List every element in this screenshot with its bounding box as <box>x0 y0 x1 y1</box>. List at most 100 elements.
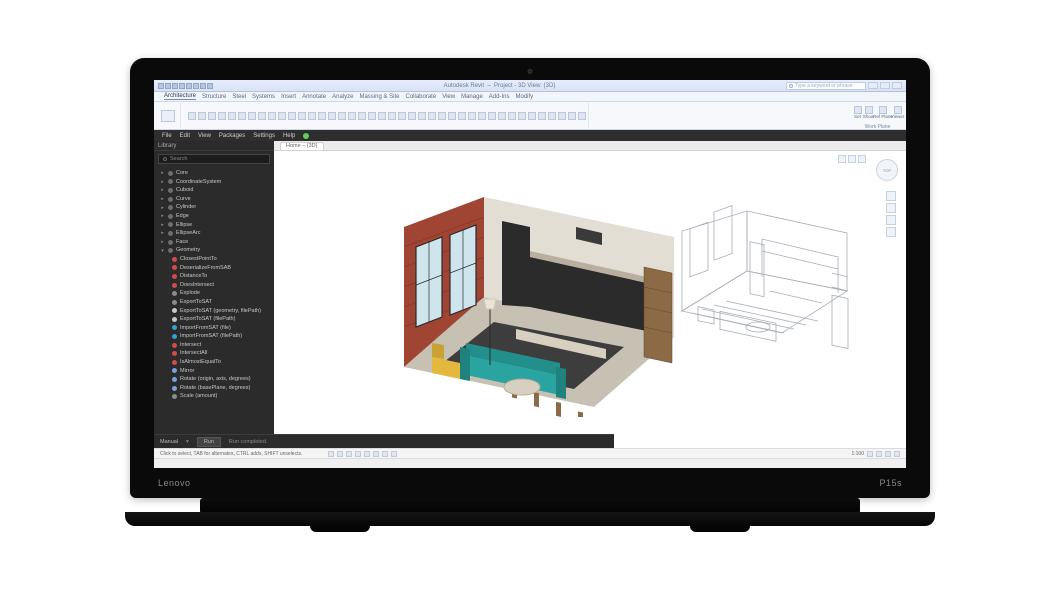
ribbon-button[interactable] <box>417 107 426 125</box>
quick-icon[interactable] <box>858 155 866 163</box>
ribbon-button[interactable] <box>467 107 476 125</box>
tree-item[interactable]: IsAlmostEqualTo <box>154 358 274 367</box>
qat-icon[interactable] <box>207 83 213 89</box>
view-tab[interactable]: Home – {3D} <box>280 142 324 150</box>
tab-steel[interactable]: Steel <box>232 94 246 100</box>
ribbon-button[interactable] <box>447 107 456 125</box>
ribbon-button[interactable] <box>317 107 326 125</box>
tree-item[interactable]: ImportFromSAT (filePath) <box>154 332 274 341</box>
twisty-icon[interactable]: ▸ <box>160 240 165 245</box>
menu-packages[interactable]: Packages <box>219 133 245 139</box>
tab-insert[interactable]: Insert <box>281 94 296 100</box>
ribbon-button[interactable] <box>397 107 406 125</box>
quick-icon[interactable] <box>848 155 856 163</box>
tab-collaborate[interactable]: Collaborate <box>406 94 437 100</box>
tree-item[interactable]: ▸Ellipse <box>154 221 274 230</box>
status-icon[interactable] <box>382 451 388 457</box>
ribbon-button[interactable] <box>187 107 196 125</box>
ribbon-button[interactable] <box>337 107 346 125</box>
nav-icon[interactable] <box>886 227 896 237</box>
ribbon-button[interactable] <box>567 107 576 125</box>
tab-addins[interactable]: Add-Ins <box>489 94 510 100</box>
tree-item[interactable]: ▸Edge <box>154 212 274 221</box>
ribbon-button[interactable] <box>517 107 526 125</box>
ribbon-button[interactable] <box>207 107 216 125</box>
twisty-icon[interactable] <box>164 360 169 365</box>
qat-icon[interactable] <box>200 83 206 89</box>
twisty-icon[interactable] <box>164 265 169 270</box>
menu-help[interactable]: Help <box>283 133 295 139</box>
tree-item[interactable]: IntersectAll <box>154 349 274 358</box>
menu-settings[interactable]: Settings <box>253 133 275 139</box>
ribbon-button[interactable] <box>377 107 386 125</box>
twisty-icon[interactable] <box>164 343 169 348</box>
twisty-icon[interactable] <box>164 308 169 313</box>
ribbon-button[interactable] <box>247 107 256 125</box>
ribbon-button[interactable] <box>427 107 436 125</box>
menu-edit[interactable]: Edit <box>180 133 190 139</box>
status-icon[interactable] <box>364 451 370 457</box>
ribbon-button[interactable] <box>197 107 206 125</box>
viewer-button[interactable]: Viewer <box>893 104 902 122</box>
tree-item[interactable]: ExportToSAT (filePath) <box>154 315 274 324</box>
tree-item[interactable]: Explode <box>154 289 274 298</box>
twisty-icon[interactable] <box>164 300 169 305</box>
twisty-icon[interactable] <box>164 377 169 382</box>
ribbon-button[interactable] <box>267 107 276 125</box>
tree-item[interactable]: ImportFromSAT (file) <box>154 324 274 333</box>
qat-icon[interactable] <box>165 83 171 89</box>
twisty-icon[interactable] <box>164 283 169 288</box>
run-button[interactable]: Run <box>197 437 221 447</box>
menu-file[interactable]: File <box>162 133 172 139</box>
tab-annotate[interactable]: Annotate <box>302 94 326 100</box>
library-search[interactable]: Search <box>158 154 270 164</box>
tree-item[interactable]: ▸CoordinateSystem <box>154 178 274 187</box>
ribbon-button[interactable] <box>387 107 396 125</box>
tab-massing[interactable]: Massing & Site <box>359 94 399 100</box>
qat-icon[interactable] <box>158 83 164 89</box>
twisty-icon[interactable]: ▸ <box>160 179 165 184</box>
ribbon-button[interactable] <box>507 107 516 125</box>
minimize-button[interactable] <box>868 82 878 89</box>
ribbon-button[interactable] <box>527 107 536 125</box>
status-icon[interactable] <box>391 451 397 457</box>
show-button[interactable]: Show <box>864 104 873 122</box>
qat-icon[interactable] <box>186 83 192 89</box>
ribbon-button[interactable] <box>497 107 506 125</box>
status-icon[interactable] <box>328 451 334 457</box>
ribbon-button[interactable] <box>367 107 376 125</box>
twisty-icon[interactable]: ▾ <box>160 248 165 253</box>
ribbon-button[interactable] <box>257 107 266 125</box>
nav-icon[interactable] <box>886 215 896 225</box>
tree-item[interactable]: ▸Cuboid <box>154 186 274 195</box>
ribbon-button[interactable] <box>547 107 556 125</box>
tree-item[interactable]: Rotate (basePlane, degrees) <box>154 384 274 393</box>
twisty-icon[interactable]: ▸ <box>160 222 165 227</box>
ribbon-button[interactable] <box>537 107 546 125</box>
view-cube[interactable]: TOP <box>876 159 898 181</box>
tree-item[interactable]: DistanceTo <box>154 272 274 281</box>
tab-structure[interactable]: Structure <box>202 94 226 100</box>
maximize-button[interactable] <box>880 82 890 89</box>
ribbon-button[interactable] <box>217 107 226 125</box>
quick-access-toolbar[interactable] <box>158 83 213 89</box>
status-icon[interactable] <box>355 451 361 457</box>
tree-item[interactable]: ▾Geometry <box>154 246 274 255</box>
status-icon[interactable] <box>885 451 891 457</box>
twisty-icon[interactable]: ▸ <box>160 197 165 202</box>
tab-view[interactable]: View <box>442 94 455 100</box>
ribbon-button[interactable] <box>407 107 416 125</box>
menu-view[interactable]: View <box>198 133 211 139</box>
twisty-icon[interactable] <box>164 394 169 399</box>
ribbon-button[interactable] <box>347 107 356 125</box>
ribbon-button[interactable] <box>237 107 246 125</box>
tree-item[interactable]: ClosestPointTo <box>154 255 274 264</box>
ribbon-button[interactable] <box>227 107 236 125</box>
viewport-3d[interactable]: TOP <box>274 151 906 448</box>
twisty-icon[interactable]: ▸ <box>160 214 165 219</box>
tab-architecture[interactable]: Architecture <box>164 93 196 100</box>
tree-item[interactable]: ▸EllipseArc <box>154 229 274 238</box>
tab-analyze[interactable]: Analyze <box>332 94 353 100</box>
refplane-button[interactable]: Ref Plane <box>875 104 891 122</box>
ribbon-button[interactable] <box>357 107 366 125</box>
